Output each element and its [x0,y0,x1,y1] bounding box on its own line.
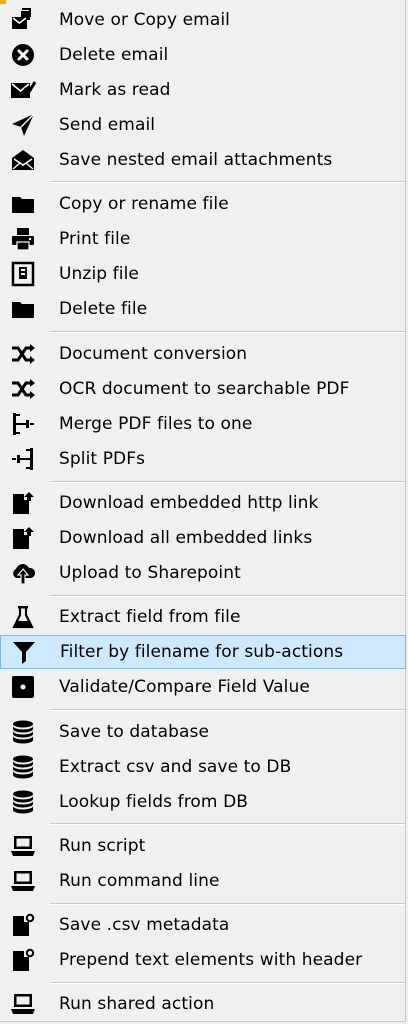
flask-icon [10,604,36,630]
menu-item-unzip-file[interactable]: Unzip file [0,257,406,291]
menu-item-download-http-link[interactable]: Download embedded http link [0,486,406,520]
menu-separator [50,982,405,984]
menu-item-label: Merge PDF files to one [59,414,253,434]
file-upload-icon [10,525,36,551]
menu-item-document-conversion[interactable]: Document conversion [0,337,406,371]
menu-item-extract-csv[interactable]: Extract csv and save to DB [0,750,406,784]
menu-item-label: OCR document to searchable PDF [59,379,350,399]
menu-item-label: Save .csv metadata [59,915,230,935]
menu-item-label: Print file [59,229,131,249]
menu-separator [50,481,405,483]
menu-item-label: Unzip file [59,264,139,284]
menu-separator [50,181,405,183]
menu-item-label: Lookup fields from DB [59,792,249,812]
menu-item-run-command-line[interactable]: Run command line [0,864,406,898]
menu-item-label: Extract csv and save to DB [59,757,292,777]
file-gear-icon [10,912,36,938]
menu-item-print-file[interactable]: Print file [0,222,406,256]
menu-item-save-csv-metadata[interactable]: Save .csv metadata [0,908,406,942]
menu-item-label: Prepend text elements with header [59,950,363,970]
laptop-icon [10,868,36,894]
menu-item-lookup-fields[interactable]: Lookup fields from DB [0,785,406,819]
menu-item-send-email[interactable]: Send email [0,108,406,142]
menu-item-label: Validate/Compare Field Value [59,677,310,697]
menu-separator [50,823,405,825]
folder-icon [10,296,36,322]
menu-item-save-to-database[interactable]: Save to database [0,715,406,749]
menu-item-filter-by-filename[interactable]: Filter by filename for sub-actions [0,635,406,669]
menu-item-label: Delete email [59,45,169,65]
menu-item-move-copy-email[interactable]: Move or Copy email [0,3,406,37]
menu-item-label: Copy or rename file [59,194,229,214]
merge-icon [10,411,36,437]
menu-separator [50,709,405,711]
shuffle-icon [10,341,36,367]
file-upload-icon [10,490,36,516]
file-gear-icon [10,947,36,973]
menu-separator [50,595,405,597]
menu-item-prepend-text[interactable]: Prepend text elements with header [0,943,406,977]
menu-item-label: Mark as read [59,80,171,100]
menu-item-label: Save nested email attachments [59,150,333,170]
menu-item-label: Filter by filename for sub-actions [60,642,344,662]
printer-icon [10,226,36,252]
menu-item-delete-file[interactable]: Delete file [0,292,406,326]
menu-item-upload-sharepoint[interactable]: Upload to Sharepoint [0,556,406,590]
laptop-icon [10,991,36,1017]
menu-separator [50,331,405,333]
menu-separator [50,903,405,905]
folder-icon [10,191,36,217]
menu-item-mark-as-read[interactable]: Mark as read [0,73,406,107]
menu-item-run-shared-action[interactable]: Run shared action [0,987,406,1021]
menu-item-delete-email[interactable]: Delete email [0,38,406,72]
open-envelope-icon [10,147,36,173]
move-copy-email-icon [10,7,36,33]
paper-plane-icon [10,112,36,138]
menu-item-label: Delete file [59,299,148,319]
cloud-upload-icon [10,560,36,586]
menu-item-extract-field[interactable]: Extract field from file [0,600,406,634]
database-icon [10,754,36,780]
menu-item-label: Download all embedded links [59,528,313,548]
menu-item-save-nested-attachments[interactable]: Save nested email attachments [0,143,406,177]
menu-item-label: Upload to Sharepoint [59,563,241,583]
context-menu: Move or Copy email Delete email Mark as … [0,0,406,1022]
menu-item-label: Split PDFs [59,449,146,469]
square-dot-icon [10,674,36,700]
laptop-icon [10,833,36,859]
menu-item-copy-rename-file[interactable]: Copy or rename file [0,187,406,221]
menu-item-label: Move or Copy email [59,10,230,30]
envelope-check-icon [10,77,36,103]
delete-circle-icon [10,42,36,68]
menu-item-label: Send email [59,115,156,135]
menu-item-download-all-links[interactable]: Download all embedded links [0,521,406,555]
menu-item-label: Extract field from file [59,607,241,627]
menu-item-label: Document conversion [59,344,248,364]
zip-file-icon [10,261,36,287]
database-icon [10,789,36,815]
menu-item-validate-compare[interactable]: Validate/Compare Field Value [0,670,406,704]
menu-item-label: Run command line [59,871,220,891]
database-icon [10,719,36,745]
menu-item-ocr-document[interactable]: OCR document to searchable PDF [0,372,406,406]
filter-icon [11,639,37,665]
menu-item-merge-pdf[interactable]: Merge PDF files to one [0,407,406,441]
menu-item-run-script[interactable]: Run script [0,829,406,863]
menu-item-label: Run script [59,836,146,856]
split-icon [10,446,36,472]
menu-item-label: Run shared action [59,994,215,1014]
menu-item-label: Download embedded http link [59,493,319,513]
menu-item-label: Save to database [59,722,210,742]
menu-item-split-pdfs[interactable]: Split PDFs [0,442,406,476]
shuffle-icon [10,376,36,402]
